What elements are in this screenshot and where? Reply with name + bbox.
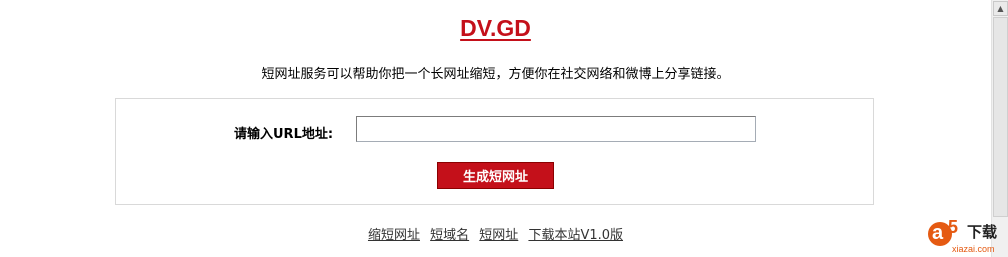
footer-link-download[interactable]: 下载本站V1.0版: [528, 228, 623, 243]
page: DV.GD 短网址服务可以帮助你把一个长网址缩短，方便你在社交网络和微博上分享链…: [0, 0, 1008, 257]
watermark-five: 5: [948, 217, 959, 237]
main-content: DV.GD 短网址服务可以帮助你把一个长网址缩短，方便你在社交网络和微博上分享链…: [0, 0, 991, 257]
shorten-form: 请输入URL地址: 生成短网址: [115, 98, 874, 205]
footer-link-shorten-url[interactable]: 缩短网址: [368, 228, 420, 243]
watermark-xiazai-label: 下载: [967, 223, 998, 241]
watermark-a-letter: a: [932, 222, 944, 244]
footer-link-short-url[interactable]: 短网址: [479, 228, 518, 243]
a5-download-watermark: a 5 下载 xiazai.com: [926, 217, 1008, 257]
scrollbar-thumb[interactable]: [993, 17, 1008, 217]
footer-link-short-domain[interactable]: 短域名: [430, 228, 469, 243]
watermark-site: xiazai.com: [952, 244, 995, 254]
scroll-up-arrow-icon[interactable]: ▲: [993, 1, 1008, 16]
site-logo-link[interactable]: DV.GD: [0, 15, 991, 42]
generate-short-url-button[interactable]: 生成短网址: [437, 162, 554, 189]
footer-links: 缩短网址 短域名 短网址 下载本站V1.0版: [0, 224, 991, 243]
url-input-label: 请输入URL地址:: [234, 127, 334, 142]
url-input[interactable]: [356, 116, 756, 142]
page-tagline: 短网址服务可以帮助你把一个长网址缩短，方便你在社交网络和微博上分享链接。: [261, 67, 730, 82]
